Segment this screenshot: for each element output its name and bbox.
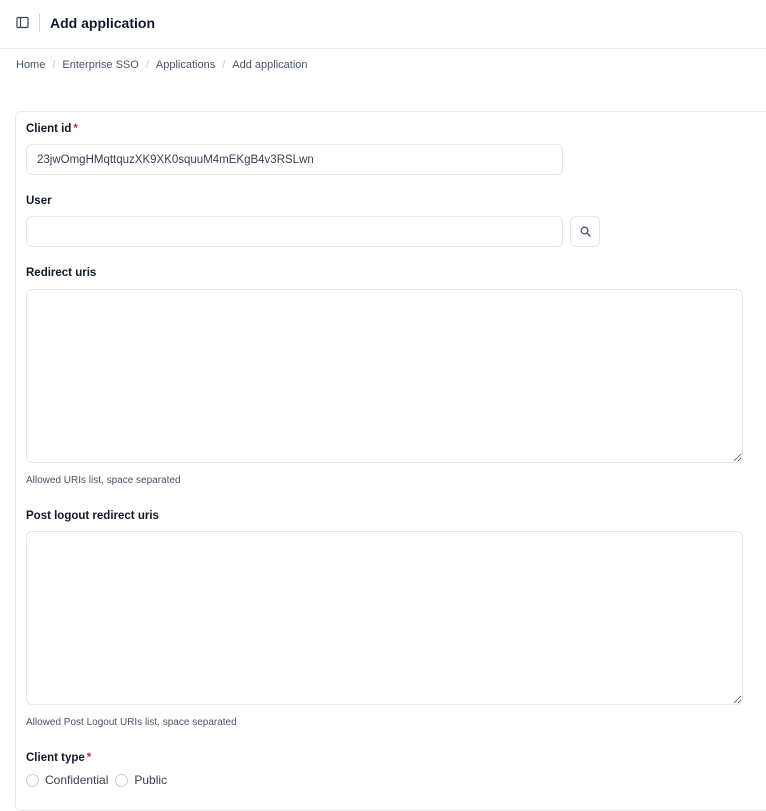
post-logout-redirect-uris-label: Post logout redirect uris: [26, 510, 159, 522]
top-bar: Add application: [0, 0, 766, 49]
redirect-uris-help: Allowed URIs list, space separated: [26, 475, 181, 486]
post-logout-redirect-uris-textarea[interactable]: [26, 531, 743, 705]
client-id-label: Client id *: [26, 123, 78, 135]
client-type-public[interactable]: Public: [115, 773, 167, 787]
client-id-label-text: Client id: [26, 123, 72, 135]
client-id-input[interactable]: [26, 144, 563, 175]
required-mark: *: [86, 752, 92, 764]
radio-label: Confidential: [45, 773, 109, 787]
breadcrumb: Home / Enterprise SSO / Applications / A…: [16, 59, 308, 71]
page-title: Add application: [50, 15, 155, 31]
user-input[interactable]: [26, 216, 563, 247]
breadcrumb-separator: /: [145, 59, 149, 71]
radio-label: Public: [134, 773, 168, 787]
breadcrumb-home[interactable]: Home: [16, 59, 45, 71]
radio-button[interactable]: [115, 773, 129, 787]
client-type-label: Client type *: [26, 752, 91, 764]
required-mark: *: [73, 123, 78, 135]
breadcrumb-separator: /: [52, 59, 56, 71]
breadcrumb-applications[interactable]: Applications: [156, 59, 215, 71]
search-icon: [580, 226, 591, 237]
client-type-confidential[interactable]: Confidential: [26, 773, 108, 787]
user-search-button[interactable]: [570, 216, 600, 247]
client-type-radio-group: Confidential Public: [26, 773, 174, 787]
redirect-uris-textarea[interactable]: [26, 289, 743, 463]
breadcrumb-enterprise-sso[interactable]: Enterprise SSO: [62, 59, 138, 71]
redirect-uris-label: Redirect uris: [26, 267, 97, 279]
topbar-divider: [39, 14, 40, 32]
user-label: User: [26, 195, 52, 207]
breadcrumb-current: Add application: [232, 59, 308, 71]
post-logout-redirect-uris-help: Allowed Post Logout URIs list, space sep…: [26, 717, 237, 728]
breadcrumb-separator: /: [222, 59, 226, 71]
sidebar-panel-icon[interactable]: [16, 16, 30, 30]
radio-button[interactable]: [26, 773, 39, 787]
client-type-label-text: Client type: [26, 752, 85, 764]
